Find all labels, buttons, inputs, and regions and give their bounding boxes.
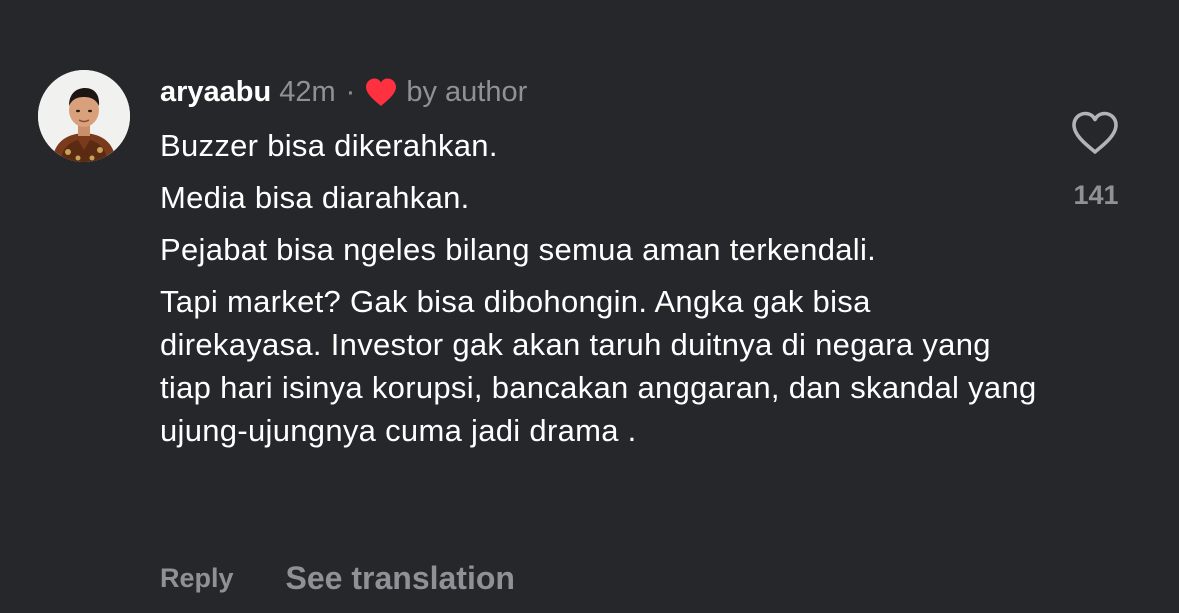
heart-filled-icon <box>364 77 398 107</box>
comment-paragraph-1: Buzzer bisa dikerahkan. <box>160 128 498 163</box>
avatar[interactable] <box>38 70 130 162</box>
comment-paragraph-3: Pejabat bisa ngeles bilang semua aman te… <box>160 232 877 267</box>
see-translation-button[interactable]: See translation <box>286 560 515 597</box>
comment-meta: aryaabu 42m · by author <box>160 72 527 112</box>
like-count: 141 <box>1073 180 1119 210</box>
username[interactable]: aryaabu <box>160 76 271 109</box>
comment-item: aryaabu 42m · by author Buzzer bisa dike… <box>0 0 1179 613</box>
comment-actions: Reply See translation <box>160 560 515 597</box>
separator-dot: · <box>345 75 356 108</box>
heart-outline-icon[interactable] <box>1070 110 1120 156</box>
comment-paragraph-4: Tapi market? Gak bisa dibohongin. Angka … <box>160 284 1037 448</box>
avatar-image <box>38 70 130 162</box>
comment-paragraph-2: Media bisa diarahkan. <box>160 180 470 215</box>
comment-body: Buzzer bisa dikerahkan. Media bisa diara… <box>160 124 1040 461</box>
author-badge: by author <box>406 75 528 108</box>
reply-button[interactable]: Reply <box>160 563 234 594</box>
timestamp: 42m <box>279 75 336 108</box>
